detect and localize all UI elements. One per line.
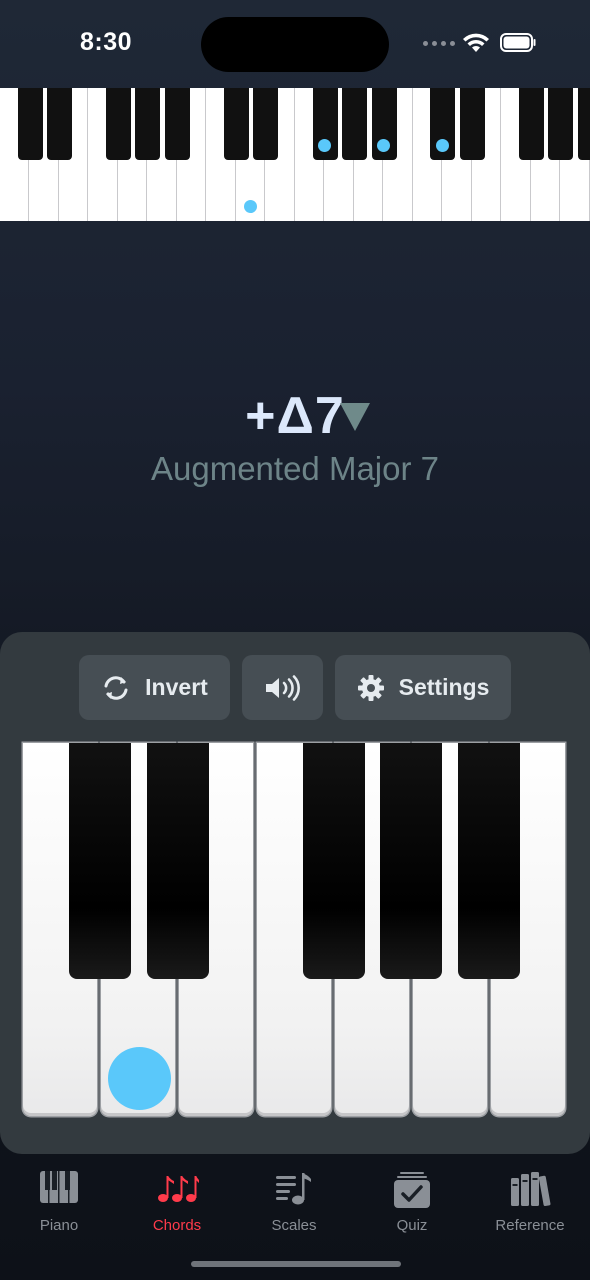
mini-black-key[interactable] [578,88,590,160]
black-key[interactable] [458,743,520,979]
tab-piano[interactable]: Piano [4,1162,114,1242]
cellular-signal-icon [423,41,455,46]
mini-black-key[interactable] [548,88,573,160]
black-key[interactable] [147,743,209,979]
tab-scales[interactable]: Scales [239,1162,349,1242]
mini-black-key[interactable] [460,88,485,160]
wifi-icon [463,33,489,52]
dynamic-island [201,17,389,72]
mini-black-key[interactable] [342,88,367,160]
mini-black-key[interactable] [519,88,544,160]
battery-icon [500,33,536,52]
black-key[interactable] [380,743,442,979]
mini-note-marker [377,139,390,152]
chord-dropdown-icon[interactable] [340,403,370,431]
piano-keyboard [23,743,567,1119]
tab-label: Scales [271,1217,317,1234]
tab-label: Piano [39,1217,79,1234]
mini-keyboard[interactable] [0,88,590,221]
mini-black-key[interactable] [135,88,160,160]
mini-note-marker [436,139,449,152]
home-indicator [191,1261,401,1267]
tab-label: Reference [495,1217,565,1234]
invert-button[interactable]: Invert [79,655,230,720]
active-note-marker [108,1047,171,1110]
piano-icon [40,1171,78,1203]
black-key[interactable] [69,743,131,979]
mini-note-marker [318,139,331,152]
chords-icon [158,1176,199,1202]
tab-label: Quiz [396,1217,428,1234]
settings-label: Settings [398,674,490,700]
mini-black-key[interactable] [253,88,278,160]
quiz-icon [394,1172,430,1208]
tab-label: Chords [152,1217,202,1234]
status-time: 8:30 [80,28,133,56]
mini-black-key[interactable] [18,88,43,160]
rotate-icon [104,675,128,700]
tab-quiz[interactable]: Quiz [357,1162,467,1242]
mini-black-key[interactable] [47,88,72,160]
gear-icon [357,674,384,701]
mini-black-key[interactable] [106,88,131,160]
tab-chords[interactable]: Chords [122,1162,232,1242]
chord-name: Augmented Major 7 [151,450,439,487]
reference-icon [511,1172,551,1207]
mini-note-marker [244,200,257,213]
mini-black-key[interactable] [165,88,190,160]
mini-black-key[interactable] [224,88,249,160]
black-key[interactable] [303,743,365,979]
tab-reference[interactable]: Reference [475,1162,585,1242]
sound-button[interactable] [242,655,323,720]
speaker-icon [265,674,300,701]
settings-button[interactable]: Settings [335,655,511,720]
invert-label: Invert [145,674,208,700]
chord-symbol: +Δ7 [245,387,345,445]
scales-icon [276,1173,311,1205]
status-bar: 8:30 [0,0,590,88]
